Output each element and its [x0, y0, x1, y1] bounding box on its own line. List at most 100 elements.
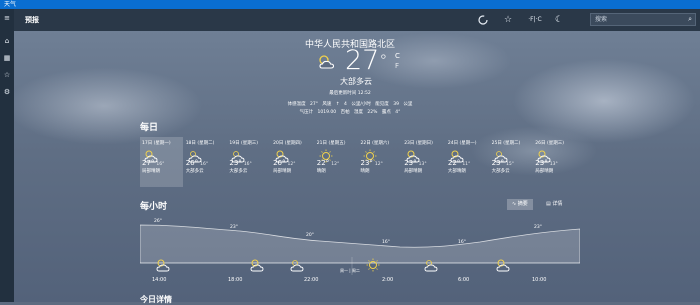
- partly-sunny-icon: [248, 257, 266, 277]
- day-low: 16°: [200, 162, 209, 167]
- cloudy-icon: [492, 148, 531, 163]
- partly-sunny-icon: [494, 257, 512, 277]
- sunny-icon: [317, 148, 356, 163]
- day-high: 22°: [447, 159, 461, 167]
- day-condition: 大部多云: [185, 169, 204, 174]
- day-high: 23°: [404, 159, 417, 167]
- moon-icon[interactable]: ☾: [553, 14, 565, 26]
- hourly-temp: 26°: [154, 219, 162, 224]
- daily-forecast-item[interactable]: 17日 (星期一) 27° 16° 局部晴朗: [140, 137, 183, 187]
- day-date: 21日 (星期五): [316, 141, 346, 146]
- daily-forecast-item[interactable]: 24日 (星期一) 22° 11° 大部晴朗: [446, 137, 489, 187]
- current-temperature: 27°: [345, 45, 388, 76]
- day-date: 23日 (星期日): [404, 141, 433, 146]
- hourly-temperature-curve: [140, 224, 580, 275]
- weather-details-line1: 体感温度 27° 风速 ↑ 4 公里/小时 能见度 39 公里: [287, 102, 413, 107]
- sunny-icon: [361, 148, 400, 163]
- partly-sunny-icon: [448, 148, 487, 163]
- title-bar: 天气: [0, 0, 700, 9]
- daily-forecast-item[interactable]: 20日 (星期四) 26° 12° 局部晴朗: [271, 137, 314, 187]
- toolbar: 预报 ☆ ·F|·C ☾ 搜索 ⌕: [0, 9, 700, 31]
- daily-forecast-item[interactable]: 22日 (星期六) 23° 12° 晴朗: [359, 137, 402, 187]
- hourly-heading: 每小时: [140, 202, 168, 212]
- daily-forecast-item[interactable]: 26日 (星期三) 23° 13° 局部晴朗: [533, 137, 576, 187]
- day-condition: 晴朗: [360, 169, 370, 174]
- day-high: 22°: [316, 159, 330, 167]
- day-condition: 局部晴朗: [273, 169, 292, 174]
- day-high: 23°: [491, 159, 505, 167]
- search-icon[interactable]: ⌕: [688, 14, 692, 25]
- partly-sunny-icon: [154, 257, 172, 277]
- refresh-icon[interactable]: [477, 14, 489, 26]
- day-low: 12°: [287, 162, 296, 167]
- partly-sunny-icon: [273, 148, 312, 163]
- day-low: 12°: [331, 162, 340, 167]
- daily-forecast-item[interactable]: 23日 (星期日) 23° 13° 局部晴朗: [402, 137, 445, 187]
- daily-forecast-item[interactable]: 21日 (星期五) 22° 12° 晴朗: [315, 137, 358, 187]
- day-date: 17日 (星期一): [142, 141, 171, 146]
- hour-label: 2:00: [382, 277, 394, 283]
- day-high: 23°: [360, 159, 373, 167]
- hourly-temp: 23°: [230, 225, 238, 230]
- hourly-temp: 20°: [306, 233, 314, 238]
- cloudy-icon: [422, 257, 440, 277]
- hourly-temp: 23°: [534, 225, 542, 230]
- partly-sunny-icon: [142, 148, 181, 163]
- day-date: 19日 (星期三): [229, 141, 259, 146]
- day-high: 23°: [535, 159, 548, 167]
- day-condition: 大部多云: [491, 169, 510, 174]
- star-icon[interactable]: ☆: [2, 70, 12, 80]
- day-date: 26日 (星期三): [535, 141, 564, 146]
- partly-sunny-icon: [404, 148, 443, 163]
- hour-label: 10:00: [532, 277, 547, 283]
- weather-details-line2: 气压计 1019.00 百帕 湿度 22% 露点 4°: [299, 110, 401, 115]
- unit-celsius[interactable]: C: [395, 52, 400, 60]
- day-condition: 大部晴朗: [447, 169, 466, 174]
- day-condition: 局部晴朗: [535, 169, 554, 174]
- day-date: 25日 (星期二): [491, 141, 521, 146]
- day-high: 23°: [229, 159, 242, 167]
- day-date: 24日 (星期一): [447, 141, 477, 146]
- cloudy-icon: [186, 148, 225, 163]
- hourly-temp: 16°: [458, 240, 466, 245]
- app-title: 天气: [4, 1, 17, 8]
- daily-heading: 每日: [140, 123, 159, 133]
- chart-icon: ∿: [512, 201, 517, 207]
- cloudy-icon: [288, 257, 306, 277]
- daily-forecast-item[interactable]: 25日 (星期二) 23° 15° 大部多云: [490, 137, 533, 187]
- day-low: 13°: [549, 162, 558, 167]
- unit-toggle-button[interactable]: ·F|·C: [526, 14, 544, 26]
- daily-forecast-item[interactable]: 18日 (星期二) 26° 16° 大部多云: [184, 137, 227, 187]
- day-date: 22日 (星期六): [360, 141, 390, 146]
- day-low: 16°: [156, 162, 165, 167]
- hamburger-menu-icon[interactable]: ≡: [2, 13, 12, 23]
- hour-label: 22:00: [304, 277, 319, 283]
- day-high: 27°: [142, 159, 155, 167]
- unit-fahrenheit[interactable]: F: [395, 62, 399, 70]
- favorite-star-icon[interactable]: ☆: [502, 14, 514, 26]
- hourly-temp: 16°: [382, 240, 390, 245]
- today-details-heading: 今日详情: [140, 295, 172, 304]
- summary-button[interactable]: ∿ 摘要: [507, 199, 533, 210]
- day-condition: 大部多云: [229, 169, 248, 174]
- day-condition: 晴朗: [316, 169, 326, 174]
- day-date: 18日 (星期二): [185, 141, 215, 146]
- day-date: 20日 (星期四): [273, 141, 302, 146]
- map-icon[interactable]: ▦: [2, 53, 12, 63]
- day-low: 11°: [462, 162, 471, 167]
- search-placeholder: 搜索: [595, 16, 608, 23]
- day-low: 13°: [418, 162, 427, 167]
- search-input[interactable]: 搜索 ⌕: [590, 13, 696, 26]
- day-high: 26°: [273, 159, 286, 167]
- day-condition: 局部晴朗: [404, 169, 423, 174]
- list-icon: ▤: [546, 201, 551, 207]
- hour-label: 18:00: [228, 277, 243, 283]
- daily-forecast-item[interactable]: 19日 (星期三) 23° 16° 大部多云: [227, 137, 270, 187]
- cloudy-icon: [229, 148, 268, 163]
- daily-forecast-list: 17日 (星期一) 27° 16° 局部晴朗 18日 (星期二) 26° 16° 大部多云 19…: [140, 137, 580, 187]
- sunny-icon: [364, 257, 382, 277]
- day-divider-label: 周一 | 周二: [340, 268, 360, 273]
- day-condition: 局部晴朗: [142, 169, 160, 174]
- detail-button[interactable]: ▤ 详情: [541, 199, 567, 210]
- hour-label: 14:00: [152, 277, 167, 283]
